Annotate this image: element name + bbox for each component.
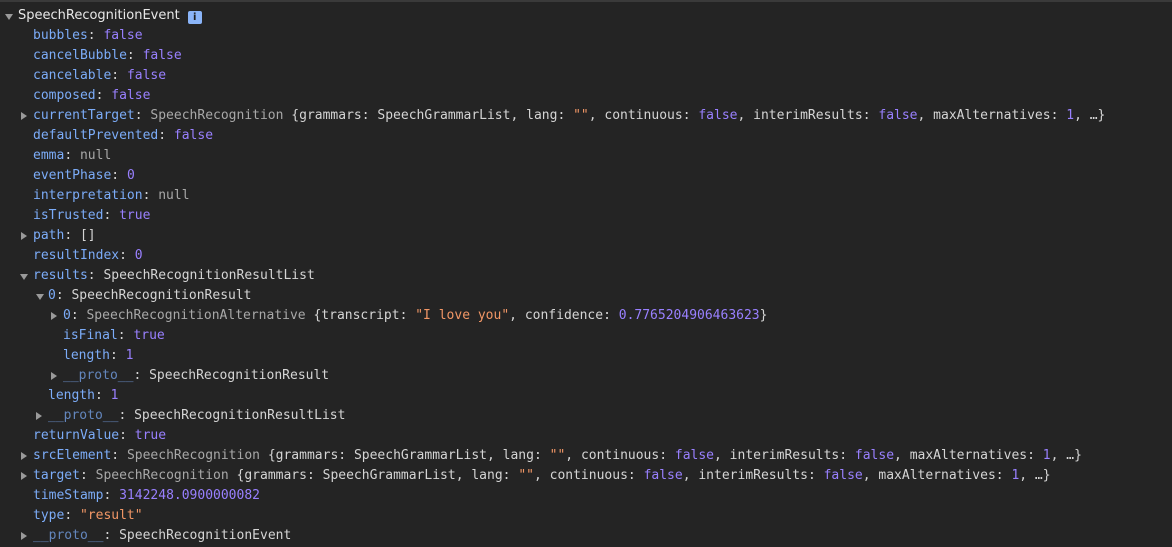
prop-value: false	[173, 128, 214, 143]
prop-value: true	[119, 208, 151, 223]
prop-value: false	[142, 48, 182, 63]
prop-key: 0	[48, 288, 56, 303]
prop-key: path	[33, 228, 65, 243]
prop-proto-event[interactable]: __proto__: SpeechRecognitionEvent	[0, 526, 1172, 546]
prop-key: length	[48, 388, 95, 403]
prop-key: __proto__	[48, 408, 119, 423]
prop-length-list: length: 1	[48, 388, 119, 403]
prop-key: composed	[33, 88, 96, 103]
prop-isFinal: isFinal: true	[63, 328, 165, 343]
prop-key: timeStamp	[33, 488, 104, 503]
prop-bubbles: bubbles: false	[33, 28, 143, 43]
prop-key: target	[33, 468, 80, 483]
prop-key: eventPhase	[33, 168, 112, 183]
prop-timeStamp: timeStamp: 3142248.0900000082	[33, 488, 260, 503]
prop-key: bubbles	[33, 28, 88, 43]
prop-value: SpeechRecognitionResult	[149, 368, 330, 383]
prop-value: SpeechRecognitionResultList	[103, 268, 315, 283]
prop-key: results	[33, 268, 88, 283]
root-object-name: SpeechRecognitionEvent	[18, 8, 180, 23]
expand-triangle-icon[interactable]	[21, 452, 27, 460]
prop-value: null	[79, 148, 112, 163]
prop-eventPhase: eventPhase: 0	[33, 168, 135, 183]
prop-length-result: length: 1	[63, 348, 134, 363]
expand-triangle-icon[interactable]	[21, 472, 27, 480]
prop-value: 3142248.0900000082	[119, 488, 260, 503]
results-item-0[interactable]: 0: SpeechRecognitionResult	[0, 286, 1172, 306]
prop-value: SpeechRecognitionResultList	[134, 408, 346, 423]
expand-triangle-icon[interactable]	[51, 372, 57, 380]
prop-key: __proto__	[33, 528, 104, 543]
prop-value: SpeechRecognitionEvent	[119, 528, 292, 543]
prop-value: SpeechRecognitionResult	[71, 288, 252, 303]
prop-srcElement[interactable]: srcElement: SpeechRecognition {grammars:…	[0, 446, 1172, 466]
prop-key: defaultPrevented	[33, 128, 159, 143]
prop-results[interactable]: results: SpeechRecognitionResultList	[0, 266, 1172, 286]
prop-composed: composed: false	[33, 88, 151, 103]
prop-key: __proto__	[63, 368, 134, 383]
prop-cancelBubble: cancelBubble: false	[33, 48, 182, 63]
prop-key: type	[33, 508, 65, 523]
prop-key: length	[63, 348, 110, 363]
class-name: SpeechRecognition	[150, 108, 284, 123]
expand-triangle-icon[interactable]	[21, 232, 27, 240]
prop-value: "result"	[79, 508, 143, 523]
class-name: SpeechRecognitionAlternative	[86, 308, 306, 323]
prop-key: isTrusted	[33, 208, 104, 223]
transcript-value: "I love you"	[415, 308, 510, 323]
prop-value: 0	[126, 168, 135, 183]
collapse-triangle-icon[interactable]	[36, 294, 44, 300]
tree-root[interactable]: SpeechRecognitionEvent i	[0, 6, 1172, 26]
console-object-tree: SpeechRecognitionEvent i bubbles: false c…	[0, 6, 1172, 546]
prop-key: cancelBubble	[33, 48, 127, 63]
prop-proto-list[interactable]: __proto__: SpeechRecognitionResultList	[0, 406, 1172, 426]
prop-returnValue: returnValue: true	[33, 428, 167, 443]
prop-key: resultIndex	[33, 248, 120, 263]
collapse-triangle-icon[interactable]	[20, 274, 28, 280]
class-name: SpeechRecognition	[95, 468, 229, 483]
expand-triangle-icon[interactable]	[21, 112, 27, 120]
prop-defaultPrevented: defaultPrevented: false	[33, 128, 214, 143]
alternative-item-0[interactable]: 0: SpeechRecognitionAlternative {transcr…	[0, 306, 1172, 326]
prop-value: 0	[134, 248, 143, 263]
prop-path[interactable]: path: []	[0, 226, 1172, 246]
prop-value: true	[134, 428, 167, 443]
prop-key: interpretation	[33, 188, 143, 203]
top-border	[0, 0, 1172, 2]
prop-key: returnValue	[33, 428, 120, 443]
prop-emma: emma: null	[33, 148, 112, 163]
prop-key: cancelable	[33, 68, 112, 83]
prop-value: 1	[125, 348, 134, 363]
prop-interpretation: interpretation: null	[33, 188, 190, 203]
prop-type: type: "result"	[33, 508, 143, 523]
prop-value: []	[79, 228, 96, 243]
prop-value: true	[133, 328, 165, 343]
prop-isTrusted: isTrusted: true	[33, 208, 151, 223]
prop-key: srcElement	[33, 448, 112, 463]
prop-key: 0	[63, 308, 71, 323]
prop-key: currentTarget	[33, 108, 135, 123]
prop-cancelable: cancelable: false	[33, 68, 167, 83]
prop-currentTarget[interactable]: currentTarget: SpeechRecognition {gramma…	[0, 106, 1172, 126]
expand-triangle-icon[interactable]	[21, 532, 27, 540]
prop-value: 1	[110, 388, 119, 403]
prop-value: false	[111, 88, 151, 103]
prop-value: false	[126, 68, 167, 83]
prop-value: false	[103, 28, 143, 43]
prop-target[interactable]: target: SpeechRecognition {grammars: Spe…	[0, 466, 1172, 486]
class-name: SpeechRecognition	[126, 448, 260, 463]
prop-key: isFinal	[63, 328, 118, 343]
prop-proto-result[interactable]: __proto__: SpeechRecognitionResult	[0, 366, 1172, 386]
collapse-triangle-icon[interactable]	[5, 14, 13, 20]
prop-value: null	[158, 188, 190, 203]
prop-resultIndex: resultIndex: 0	[33, 248, 143, 263]
prop-key: emma	[33, 148, 65, 163]
expand-triangle-icon[interactable]	[36, 412, 42, 420]
info-icon[interactable]: i	[187, 11, 202, 24]
confidence-value: 0.7765204906463623	[618, 308, 760, 323]
expand-triangle-icon[interactable]	[51, 312, 57, 320]
